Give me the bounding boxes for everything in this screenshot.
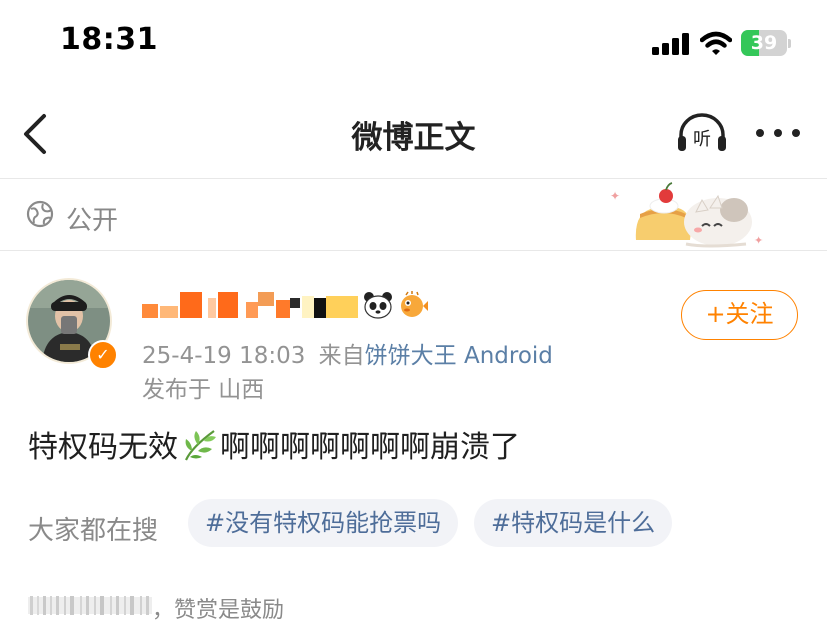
listen-icon[interactable]: 听: [676, 112, 728, 154]
visibility-label: 公开: [66, 206, 119, 236]
panda-emoji-icon: [364, 292, 392, 319]
search-tag[interactable]: #特权码是什么: [474, 499, 673, 547]
listen-label: 听: [693, 129, 711, 150]
battery-level: 39: [750, 32, 778, 54]
pufferfish-emoji-icon: [401, 291, 428, 317]
trending-search-label: 大家都在搜: [28, 516, 159, 546]
post-content-text-1: 特权码无效: [28, 430, 178, 465]
status-time: 18:31: [60, 22, 158, 57]
page-title: 微博正文: [351, 120, 476, 156]
verified-badge-icon: ✓: [88, 340, 118, 370]
post-location: 发布于 山西: [142, 377, 265, 403]
pudding-cat-sticker: ✦ ✦: [610, 182, 763, 248]
reward-text: ，赞赏是鼓励: [152, 598, 285, 623]
svg-text:✦: ✦: [610, 189, 620, 203]
reward-text-redacted: [28, 596, 152, 615]
battery-indicator: 39: [741, 30, 791, 56]
search-tag[interactable]: #没有特权码能抢票吗: [188, 499, 459, 547]
post-content-text-2: 啊啊啊啊啊啊啊崩溃了: [220, 430, 520, 465]
post-content: 特权码无效 啊啊啊啊啊啊啊崩溃了: [28, 422, 520, 466]
leaf-emoji-icon: [185, 430, 216, 461]
post-timestamp: 25-4-19 18:03: [142, 343, 306, 369]
post-meta: 25-4-19 18:03 来自饼饼大王 Android: [142, 336, 553, 370]
more-icon[interactable]: [755, 122, 801, 144]
back-chevron-icon[interactable]: [20, 112, 52, 156]
source-prefix: 来自: [318, 343, 365, 369]
svg-text:✦: ✦: [754, 234, 763, 247]
section-divider: [0, 250, 827, 251]
battery-cap: [788, 39, 791, 48]
follow-button[interactable]: +关注: [681, 290, 798, 340]
cellular-signal-icon: [652, 33, 689, 55]
globe-icon: [26, 200, 54, 228]
nav-divider: [0, 178, 827, 179]
wifi-icon: [700, 31, 732, 55]
post-source-link[interactable]: 饼饼大王 Android: [365, 343, 553, 369]
